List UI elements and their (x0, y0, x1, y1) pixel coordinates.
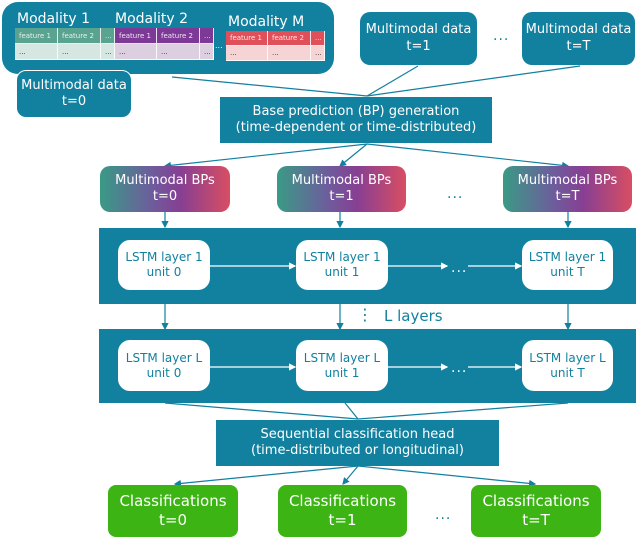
classifications-t1: Classifications t=1 (278, 485, 407, 537)
node-label: Classifications (119, 492, 227, 511)
node-label: Classifications (482, 492, 590, 511)
node-sublabel: t=0 (159, 511, 187, 529)
classification-head-box: Sequential classification head (time-dis… (216, 420, 499, 466)
classifications-t0: Classifications t=0 (108, 485, 238, 537)
node-label: Classifications (288, 492, 397, 511)
classifications-tT: Classifications t=T (471, 485, 601, 537)
classification-head-title: Sequential classification head (260, 426, 455, 442)
node-sublabel: t=1 (328, 511, 357, 529)
classifications-ellipsis: ... (435, 507, 452, 523)
classification-head-subtitle: (time-distributed or longitudinal) (251, 443, 464, 458)
node-sublabel: t=T (522, 511, 550, 529)
